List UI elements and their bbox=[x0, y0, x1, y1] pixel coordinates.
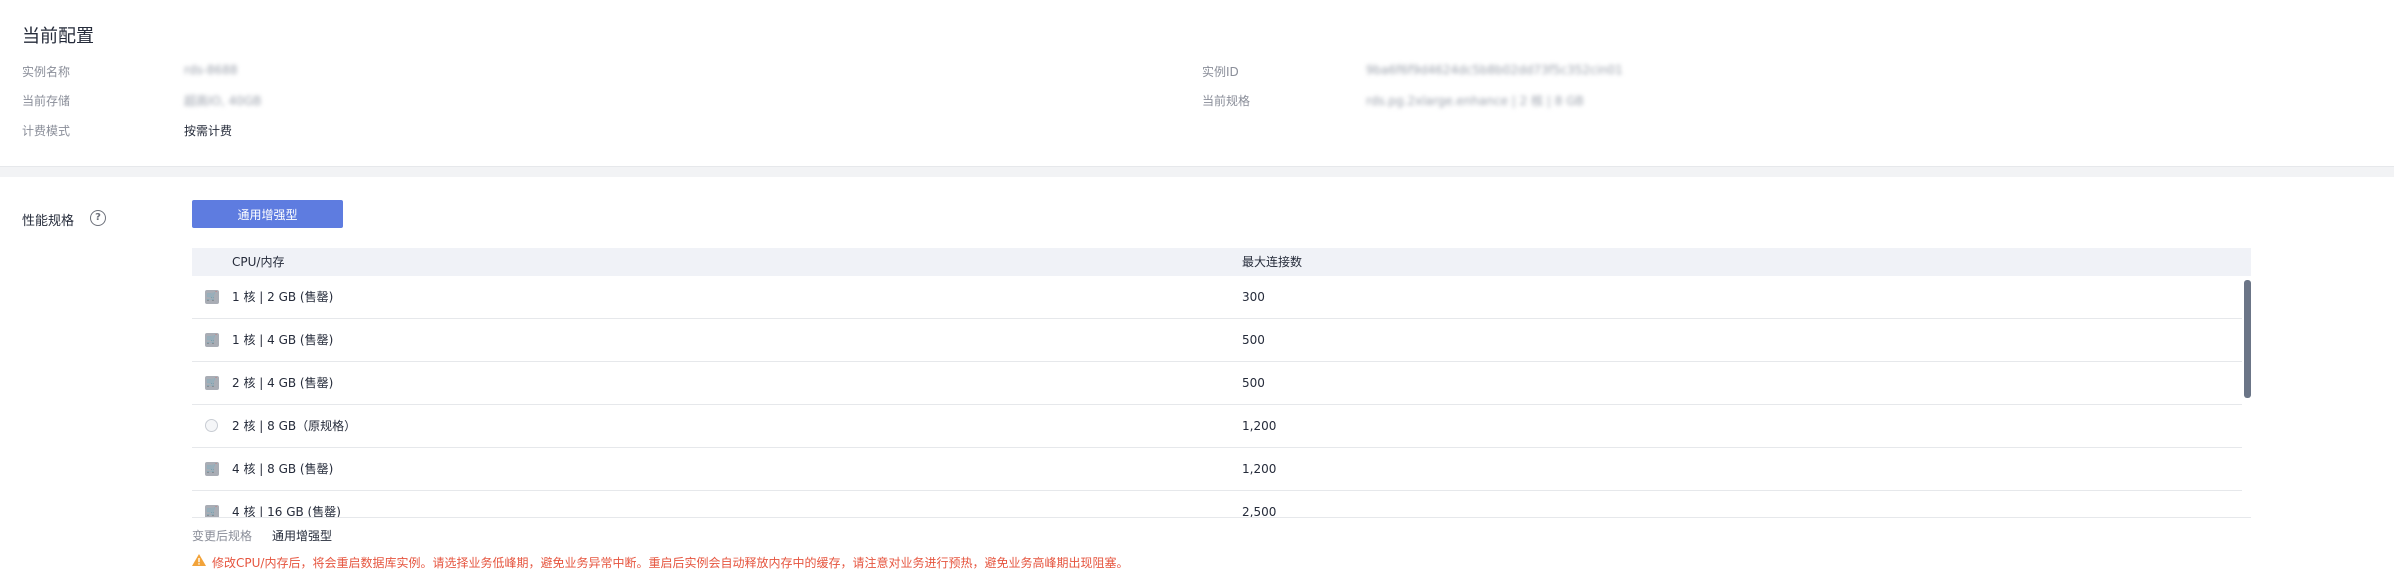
instance-id-value: 9ba6f6f9d4624dc5b8b02dd73f5c352cin01 bbox=[1366, 63, 1623, 77]
cart-icon: 🛒 bbox=[205, 333, 219, 347]
header-max-connections: 最大连接数 bbox=[1242, 255, 1303, 269]
row-connections: 2,500 bbox=[1242, 505, 1277, 518]
table-bottom-border bbox=[192, 517, 2251, 518]
performance-label: 性能规格 bbox=[22, 214, 75, 229]
table-row[interactable]: 🛒 1 核 | 2 GB (售罄) 300 bbox=[192, 276, 2242, 319]
instance-id-label: 实例ID bbox=[1202, 65, 1239, 79]
row-spec: 4 核 | 8 GB (售罄) bbox=[232, 462, 334, 476]
storage-label: 当前存储 bbox=[22, 94, 71, 108]
table-row[interactable]: 🛒 1 核 | 4 GB (售罄) 500 bbox=[192, 319, 2242, 362]
table-scrollbar[interactable] bbox=[2244, 280, 2251, 398]
after-change-label: 变更后规格 bbox=[192, 529, 253, 543]
section-divider bbox=[0, 166, 2394, 177]
question-circle-icon[interactable]: ? bbox=[90, 210, 106, 226]
row-spec: 1 核 | 2 GB (售罄) bbox=[232, 290, 334, 304]
row-spec: 2 核 | 8 GB（原规格） bbox=[232, 419, 357, 433]
row-spec: 4 核 | 16 GB (售罄) bbox=[232, 505, 341, 518]
instance-name-label: 实例名称 bbox=[22, 65, 71, 79]
header-cpu-memory: CPU/内存 bbox=[232, 255, 285, 269]
row-spec: 2 核 | 4 GB (售罄) bbox=[232, 376, 334, 390]
row-connections: 500 bbox=[1242, 376, 1265, 390]
warning-text: 修改CPU/内存后，将会重启数据库实例。请选择业务低峰期，避免业务异常中断。重启… bbox=[212, 556, 1129, 570]
table-header: CPU/内存 最大连接数 bbox=[192, 248, 2251, 276]
radio-icon[interactable] bbox=[205, 419, 218, 432]
row-connections: 300 bbox=[1242, 290, 1265, 304]
warning-triangle-icon bbox=[192, 554, 206, 566]
billing-value: 按需计费 bbox=[184, 124, 233, 138]
table-row[interactable]: 🛒 2 核 | 4 GB (售罄) 500 bbox=[192, 362, 2242, 405]
spec-table: CPU/内存 最大连接数 🛒 1 核 | 2 GB (售罄) 300 🛒 1 核… bbox=[192, 248, 2251, 518]
after-change-value: 通用增强型 bbox=[272, 529, 333, 543]
type-general-enhanced-button[interactable]: 通用增强型 bbox=[192, 200, 343, 228]
table-row[interactable]: 🛒 4 核 | 16 GB (售罄) 2,500 bbox=[192, 491, 2242, 518]
row-connections: 1,200 bbox=[1242, 419, 1277, 433]
instance-name-value: rds-8688 bbox=[184, 63, 238, 77]
cart-icon: 🛒 bbox=[205, 376, 219, 390]
current-spec-label: 当前规格 bbox=[1202, 94, 1251, 108]
current-spec-value: rds.pg.2xlarge.enhance | 2 核 | 8 GB bbox=[1366, 94, 1584, 108]
scrollbar-thumb[interactable] bbox=[2244, 280, 2251, 398]
table-row[interactable]: 🛒 4 核 | 8 GB (售罄) 1,200 bbox=[192, 448, 2242, 491]
section-title: 当前配置 bbox=[22, 26, 94, 47]
table-row[interactable]: 2 核 | 8 GB（原规格） 1,200 bbox=[192, 405, 2242, 448]
storage-value: 超高IO, 40GB bbox=[184, 94, 262, 108]
row-connections: 500 bbox=[1242, 333, 1265, 347]
row-spec: 1 核 | 4 GB (售罄) bbox=[232, 333, 334, 347]
row-connections: 1,200 bbox=[1242, 462, 1277, 476]
cart-icon: 🛒 bbox=[205, 462, 219, 476]
billing-label: 计费模式 bbox=[22, 124, 71, 138]
cart-icon: 🛒 bbox=[205, 290, 219, 304]
